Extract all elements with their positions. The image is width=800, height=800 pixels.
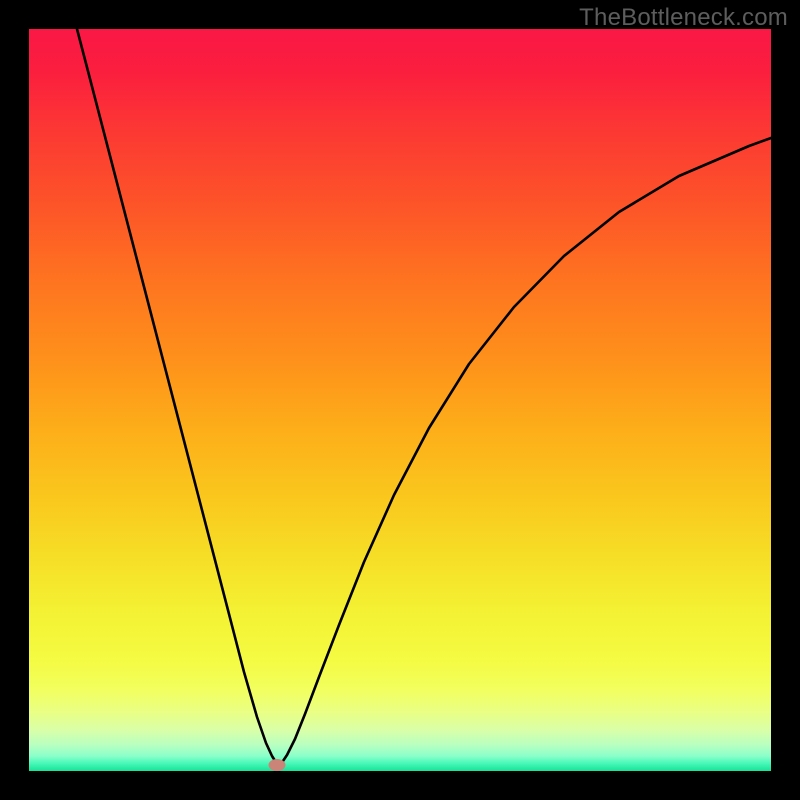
minimum-point-marker bbox=[269, 759, 286, 771]
chart-frame bbox=[29, 29, 771, 771]
watermark-text: TheBottleneck.com bbox=[579, 4, 788, 32]
bottleneck-curve bbox=[29, 29, 771, 771]
